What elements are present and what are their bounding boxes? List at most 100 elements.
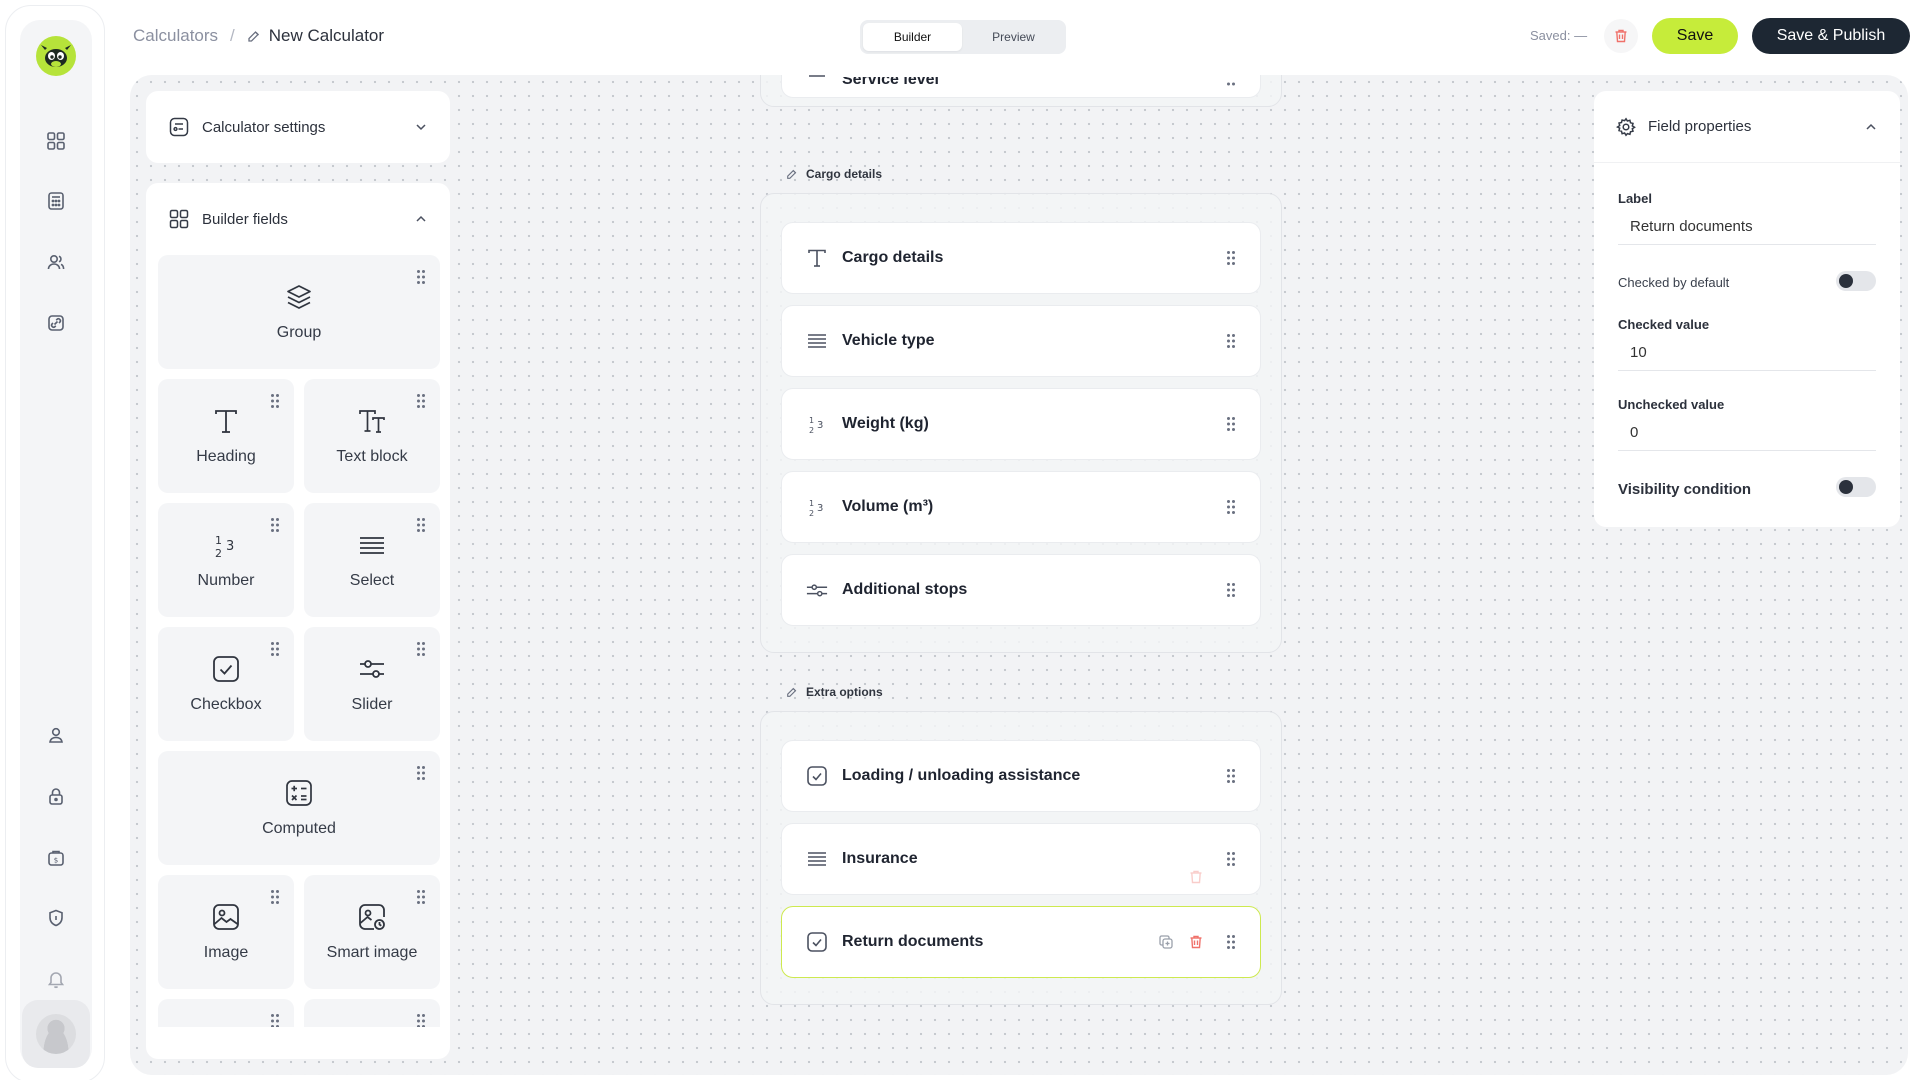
drag-handle-icon[interactable]	[1226, 768, 1236, 784]
field-properties-header[interactable]: Field properties	[1594, 91, 1900, 163]
heading-icon	[211, 406, 241, 436]
chevron-down-icon[interactable]	[414, 120, 428, 134]
lock-icon[interactable]	[40, 780, 72, 812]
canvas-field-partial[interactable]: Service level	[781, 75, 1261, 98]
field-tile-text-block[interactable]: Text block	[304, 379, 440, 493]
field-tile-computed[interactable]: Computed	[158, 751, 440, 865]
checked-default-title: Checked by default	[1618, 275, 1730, 290]
drag-handle-icon[interactable]	[416, 393, 426, 409]
field-tile-checkbox[interactable]: Checkbox	[158, 627, 294, 741]
drag-handle-icon[interactable]	[1226, 250, 1236, 266]
drag-handle-icon[interactable]	[1226, 499, 1236, 515]
checkbox-icon	[806, 931, 828, 953]
visibility-condition-title: Visibility condition	[1618, 481, 1752, 498]
field-tile-partial[interactable]	[158, 999, 294, 1027]
drag-handle-icon[interactable]	[416, 517, 426, 533]
field-tile-label: Select	[349, 572, 395, 589]
faded-trash-icon[interactable]	[1188, 869, 1204, 885]
checkbox-icon	[806, 765, 828, 787]
breadcrumb-separator: /	[230, 26, 235, 45]
canvas-field-loading-assistance[interactable]: Loading / unloading assistance	[781, 740, 1261, 812]
drag-handle-icon[interactable]	[1226, 81, 1236, 87]
drag-handle-icon[interactable]	[416, 269, 426, 285]
field-tile-heading[interactable]: Heading	[158, 379, 294, 493]
field-tile-label: Smart image	[326, 944, 418, 961]
svg-text:1: 1	[809, 499, 814, 508]
field-tile-label: Number	[197, 572, 255, 589]
unchecked-value-input[interactable]	[1618, 415, 1876, 451]
tab-preview[interactable]: Preview	[964, 23, 1063, 51]
bell-icon[interactable]	[40, 963, 72, 995]
dashboard-grid-icon[interactable]	[40, 125, 72, 157]
tab-builder[interactable]: Builder	[863, 23, 962, 51]
calculator-settings-panel[interactable]: Calculator settings	[146, 91, 450, 163]
delete-field-icon[interactable]	[1188, 934, 1204, 950]
profile-icon[interactable]	[40, 719, 72, 751]
field-tile-group[interactable]: Group	[158, 255, 440, 369]
field-tile-select[interactable]: Select	[304, 503, 440, 617]
breadcrumb-calculators-link[interactable]: Calculators	[133, 26, 218, 46]
drag-handle-icon[interactable]	[416, 765, 426, 781]
drag-handle-icon[interactable]	[270, 517, 280, 533]
drag-handle-icon[interactable]	[1226, 582, 1236, 598]
svg-text:2: 2	[809, 509, 814, 518]
canvas-field-additional-stops[interactable]: Additional stops	[781, 554, 1261, 626]
checked-default-toggle[interactable]	[1836, 271, 1876, 291]
save-button[interactable]: Save	[1652, 18, 1738, 54]
builder-fields-title: Builder fields	[202, 210, 288, 228]
field-tile-label: Heading	[196, 448, 256, 465]
field-tile-number[interactable]: 123 Number	[158, 503, 294, 617]
users-icon[interactable]	[40, 246, 72, 278]
integrations-icon[interactable]	[40, 307, 72, 339]
drag-handle-icon[interactable]	[416, 1013, 426, 1027]
field-tile-partial[interactable]	[304, 999, 440, 1027]
select-icon	[806, 75, 828, 87]
drag-handle-icon[interactable]	[1226, 416, 1236, 432]
select-icon	[806, 849, 828, 869]
link-icon	[211, 1025, 241, 1027]
drag-handle-icon[interactable]	[270, 393, 280, 409]
canvas-field-return-documents[interactable]: Return documents	[781, 906, 1261, 978]
canvas-field-insurance[interactable]: Insurance	[781, 823, 1261, 895]
drag-handle-icon[interactable]	[1226, 934, 1236, 950]
drag-handle-icon[interactable]	[270, 641, 280, 657]
drag-handle-icon[interactable]	[416, 641, 426, 657]
canvas-field-volume[interactable]: 123 Volume (m³)	[781, 471, 1261, 543]
trash-icon	[1615, 29, 1627, 43]
canvas-field-label: Loading / unloading assistance	[842, 767, 1081, 784]
calculator-icon[interactable]	[40, 185, 72, 217]
field-actions	[1158, 934, 1204, 950]
chevron-up-icon[interactable]	[1864, 120, 1878, 134]
field-tile-slider[interactable]: Slider	[304, 627, 440, 741]
shield-icon[interactable]	[40, 902, 72, 934]
unchecked-value-title: Unchecked value	[1618, 397, 1725, 412]
canvas-field-cargo-details[interactable]: Cargo details	[781, 222, 1261, 294]
save-publish-button[interactable]: Save & Publish	[1752, 18, 1910, 54]
breadcrumb-current[interactable]: New Calculator	[247, 26, 384, 46]
field-properties-panel: Field properties Label Checked by defaul…	[1594, 91, 1900, 527]
chevron-up-icon[interactable]	[414, 212, 428, 226]
canvas-field-weight[interactable]: 123 Weight (kg)	[781, 388, 1261, 460]
field-tile-image[interactable]: Image	[158, 875, 294, 989]
number-icon: 123	[806, 413, 828, 435]
label-input[interactable]	[1618, 209, 1876, 245]
drag-handle-icon[interactable]	[1226, 333, 1236, 349]
group-title-extra-options[interactable]: Extra options	[786, 685, 883, 699]
group-title-cargo-details[interactable]: Cargo details	[786, 167, 882, 181]
field-tile-smart-image[interactable]: Smart image	[304, 875, 440, 989]
duplicate-icon[interactable]	[1158, 934, 1174, 950]
canvas-field-label: Cargo details	[842, 249, 944, 266]
canvas-field-vehicle-type[interactable]: Vehicle type	[781, 305, 1261, 377]
drag-handle-icon[interactable]	[270, 1013, 280, 1027]
delete-calculator-button[interactable]	[1604, 19, 1638, 53]
drag-handle-icon[interactable]	[1226, 851, 1236, 867]
visibility-condition-toggle[interactable]	[1836, 477, 1876, 497]
billing-icon[interactable]: $	[40, 841, 72, 873]
user-avatar[interactable]	[22, 1000, 90, 1068]
drag-handle-icon[interactable]	[270, 889, 280, 905]
checked-value-input[interactable]	[1618, 335, 1876, 371]
drag-handle-icon[interactable]	[416, 889, 426, 905]
builder-fields-header[interactable]: Builder fields	[146, 183, 450, 255]
field-tile-label: Computed	[262, 820, 336, 837]
brand-logo-icon[interactable]	[36, 36, 76, 76]
